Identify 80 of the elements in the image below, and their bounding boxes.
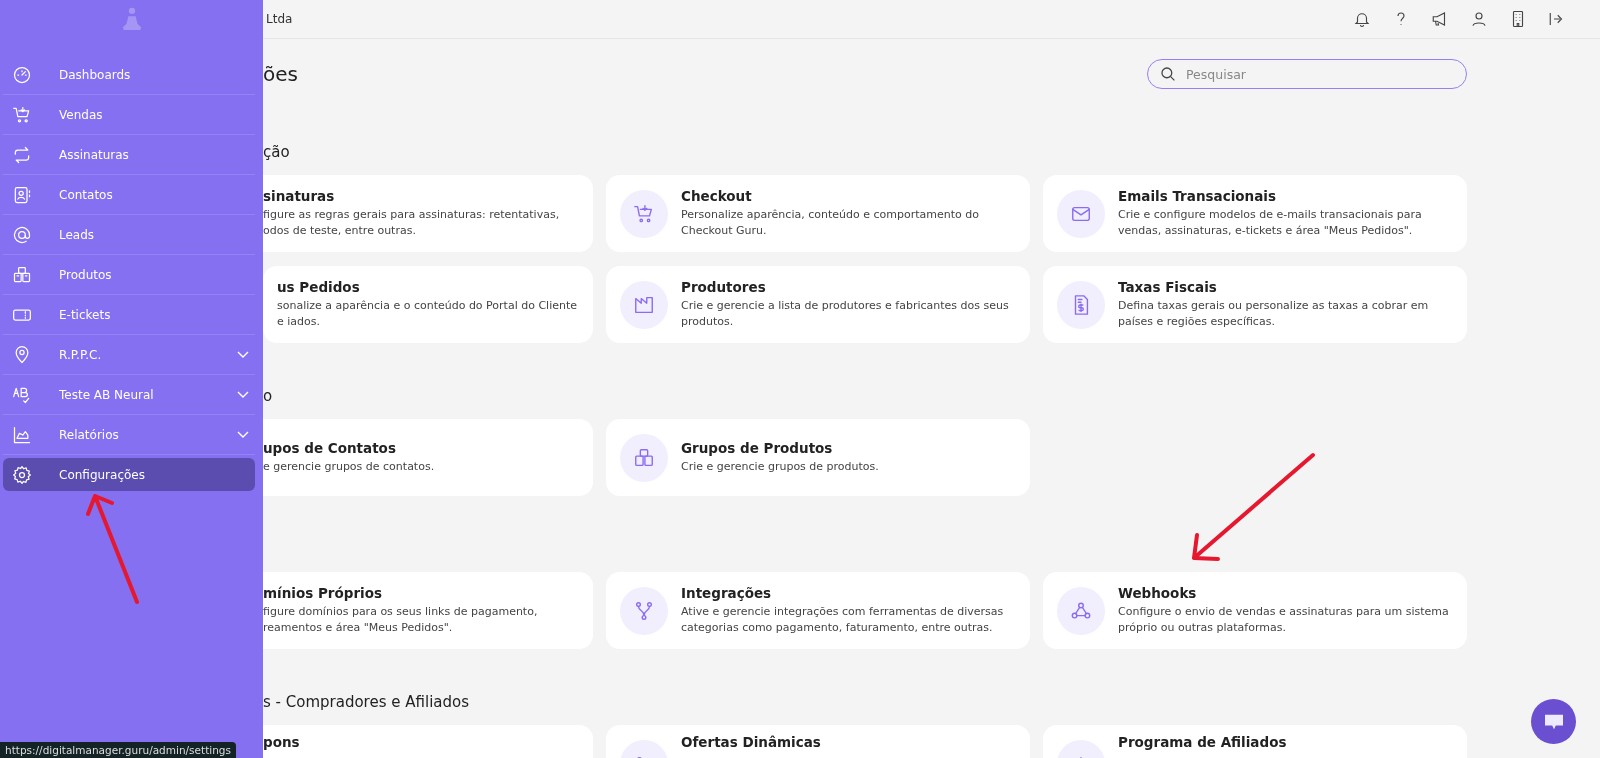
settings-card[interactable]: pons [263,725,593,758]
status-url-tooltip: https://digitalmanager.guru/admin/settings [0,742,236,758]
card-description: Defina taxas gerais ou personalize as taxas a cobrar em países e regiões específicas. [1118,298,1430,330]
settings-card[interactable]: Produtores Crie e gerencie a lista de produtores e fabricantes dos seus produtos. [606,266,1030,343]
sidebar-menu-item[interactable]: R.P.P.C. [3,335,255,375]
settings-card[interactable]: Grupos de Produtos Crie e gerencie grupos de produtos. [606,419,1030,496]
card-title: Emails Transacionais [1118,188,1277,204]
card-description: Ative e gerencie integrações com ferramentas de diversas categorias como pagamento, faturamento, entre outras. [681,604,1005,636]
card-description: Crie e gerencie a lista de produtores e fabricantes dos seus produtos. [681,298,1010,330]
boxes-icon [12,264,32,285]
settings-card[interactable]: Programa de Afiliados [1043,725,1467,758]
chevron-down-icon [237,430,249,439]
page-title: ões [263,62,298,86]
card-title: upos de Contatos [263,440,397,456]
company-name: Ltda [266,12,293,26]
settings-card[interactable]: Taxas Fiscais Defina taxas gerais ou personalize as taxas a cobrar em países e regiões específicas. [1043,266,1467,343]
repeat-icon [12,144,32,165]
card-title: mínios Próprios [263,585,384,601]
card-description: sonalize a aparência e o conteúdo do Portal do Cliente e iados. [277,298,579,330]
card-title: Taxas Fiscais [1118,279,1218,295]
card-title: Programa de Afiliados [1118,734,1287,750]
boxes-icon [620,433,668,482]
card-title: Produtores [681,279,767,295]
contact-icon [12,184,32,205]
receipt-icon [1057,280,1105,329]
fork-icon [620,586,668,635]
settings-card[interactable]: mínios Próprios figure domínios para os seus links de pagamento, reamentos e área "Meus Pedidos". [263,572,593,649]
chevron-down-icon [237,390,249,399]
card-title: Ofertas Dinâmicas [681,734,821,750]
card-description: Crie e configure modelos de e-mails transacionais para vendas, assinaturas, e-tickets e área "Meus Pedidos". [1118,207,1423,239]
search-field[interactable]: Pesquisar [1147,59,1467,89]
sidebar-menu-item[interactable]: E-tickets [3,295,255,335]
chat-bubble-icon [1542,712,1565,731]
settings-card[interactable]: us Pedidos sonalize a aparência e o conteúdo do Portal do Cliente e iados. [263,266,593,343]
card-description: e gerencie grupos de contatos. [263,459,435,475]
card-title: sinaturas [263,188,336,204]
sidebar-menu-item[interactable]: Vendas [3,95,255,135]
card-title: pons [263,734,300,750]
cart-icon [12,104,32,125]
card-description: figure domínios para os seus links de pagamento, reamentos e área "Meus Pedidos". [263,604,539,636]
gauge-icon [12,64,32,85]
mail-icon [1057,189,1105,238]
chat-button[interactable] [1531,699,1576,744]
section-heading: o [263,387,274,407]
user-icon[interactable] [1470,10,1488,28]
card-title: Webhooks [1118,585,1198,601]
card-title: Integrações [681,585,773,601]
settings-icon [12,464,32,485]
settings-card[interactable]: upos de Contatos e gerencie grupos de contatos. [263,419,593,496]
settings-card[interactable]: Webhooks Configure o envio de vendas e assinaturas para um sistema próprio ou outras plataformas. [1043,572,1467,649]
sidebar-menu-item[interactable]: Teste AB Neural [3,375,255,415]
section-heading: ção [263,143,291,163]
settings-card[interactable]: Ofertas Dinâmicas [606,725,1030,758]
card-description: Configure o envio de vendas e assinaturas para um sistema próprio ou outras plataformas. [1118,604,1450,636]
notification-bell-icon[interactable] [1353,10,1371,28]
card-description: Crie e gerencie grupos de produtos. [681,459,879,475]
card-title: Checkout [681,188,753,204]
sidebar-menu-item[interactable]: Dashboards [3,55,255,95]
search-icon [1159,65,1177,83]
sidebar-menu-item[interactable]: Leads [3,215,255,255]
section-heading: s - Compradores e Afiliados [263,693,470,713]
at-icon [12,224,32,245]
settings-card[interactable]: sinaturas figure as regras gerais para assinaturas: retentativas, odos de teste, entre outras. [263,175,593,252]
sidebar-menu-item[interactable]: Contatos [3,175,255,215]
card-description: Personalize aparência, conteúdo e comportamento do Checkout Guru. [681,207,980,239]
settings-card[interactable]: Emails Transacionais Crie e configure modelos de e-mails transacionais para vendas, assinaturas, e-tickets e área "Meus Pedidos". [1043,175,1467,252]
card-title: Grupos de Produtos [681,440,834,456]
sidebar-menu-item[interactable]: Assinaturas [3,135,255,175]
cart-icon [620,189,668,238]
factory-icon [620,280,668,329]
sidebar-menu-item[interactable]: Configurações [3,458,255,491]
settings-card[interactable]: Integrações Ative e gerencie integrações com ferramentas de diversas categorias como pagamento, faturamento, entre outras. [606,572,1030,649]
sidebar-menu-item[interactable]: Produtos [3,255,255,295]
webhook-icon [1057,586,1105,635]
chevron-down-icon [237,350,249,359]
card-description: figure as regras gerais para assinaturas: retentativas, odos de teste, entre outras. [263,207,561,239]
sidebar-menu-item[interactable]: Relatórios [3,415,255,455]
settings-card[interactable]: Checkout Personalize aparência, conteúdo e comportamento do Checkout Guru. [606,175,1030,252]
card-title: us Pedidos [277,279,361,295]
chart-icon [12,424,32,445]
